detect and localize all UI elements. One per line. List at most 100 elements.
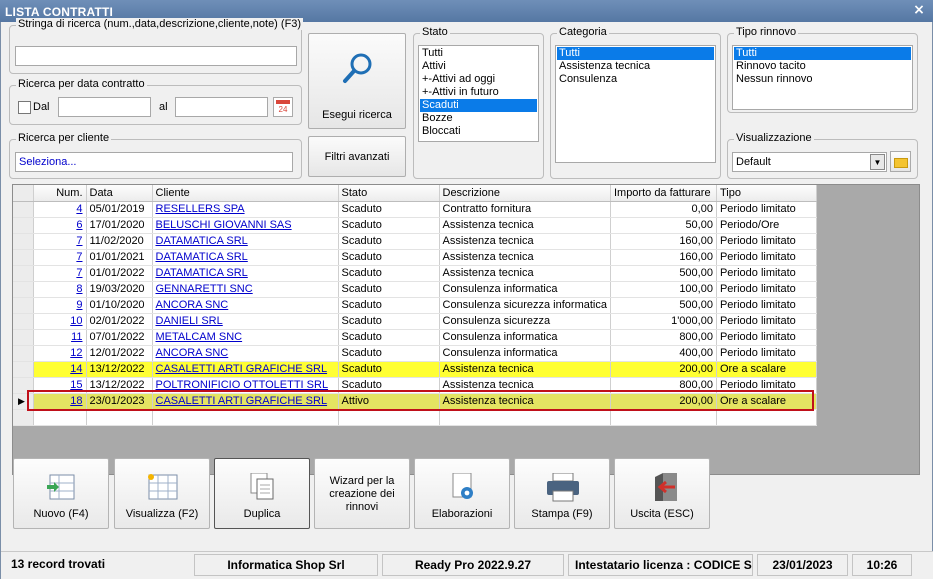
cell-importo[interactable]: 800,00 bbox=[610, 329, 717, 346]
stato-item[interactable]: Bozze bbox=[420, 112, 537, 125]
cell-cliente[interactable]: ANCORA SNC bbox=[152, 297, 339, 314]
cell-num[interactable]: 8 bbox=[33, 281, 87, 298]
folder-icon[interactable] bbox=[890, 151, 911, 172]
column-header-num[interactable]: Num. bbox=[33, 185, 87, 202]
cell-importo[interactable]: 50,00 bbox=[610, 217, 717, 234]
stato-item[interactable]: +-Attivi in futuro bbox=[420, 86, 537, 99]
table-row[interactable]: 11 07/01/2022 METALCAM SNC Scaduto Consulenz… bbox=[13, 329, 817, 346]
cell-cliente[interactable]: DATAMATICA SRL bbox=[152, 233, 339, 250]
table-row[interactable]: 6 17/01/2020 BELUSCHI GIOVANNI SAS Scaduto A… bbox=[13, 217, 817, 234]
cell-data[interactable]: 05/01/2019 bbox=[86, 201, 153, 218]
cell-descrizione[interactable]: Assistenza tecnica bbox=[439, 265, 611, 282]
cell-descrizione[interactable]: Assistenza tecnica bbox=[439, 393, 611, 410]
date-to-input[interactable] bbox=[175, 97, 268, 117]
cell-tipo[interactable]: Periodo limitato bbox=[716, 313, 817, 330]
stato-item[interactable]: Attivi bbox=[420, 60, 537, 73]
table-row[interactable]: 15 13/12/2022 POLTRONIFICIO OTTOLETTI SRL S… bbox=[13, 377, 817, 394]
cell-stato[interactable]: Scaduto bbox=[338, 281, 440, 298]
cell-num[interactable]: 11 bbox=[33, 329, 87, 346]
visualizzazione-select[interactable]: Default ▼ bbox=[732, 152, 887, 172]
date-from-input[interactable] bbox=[58, 97, 151, 117]
cell-num[interactable]: 7 bbox=[33, 249, 87, 266]
cell-num[interactable]: 7 bbox=[33, 233, 87, 250]
cell-data[interactable]: 02/01/2022 bbox=[86, 313, 153, 330]
cell-cliente[interactable]: GENNARETTI SNC bbox=[152, 281, 339, 298]
cell-importo[interactable]: 1'000,00 bbox=[610, 313, 717, 330]
cell-stato[interactable]: Scaduto bbox=[338, 233, 440, 250]
cell-descrizione[interactable]: Assistenza tecnica bbox=[439, 217, 611, 234]
client-select-input[interactable]: Seleziona... bbox=[15, 152, 293, 172]
stato-item[interactable]: Bloccati bbox=[420, 125, 537, 138]
cell-num[interactable]: 15 bbox=[33, 377, 87, 394]
stato-item[interactable]: +-Attivi ad oggi bbox=[420, 73, 537, 86]
cell-cliente[interactable]: METALCAM SNC bbox=[152, 329, 339, 346]
categoria-item[interactable]: Consulenza bbox=[557, 73, 714, 86]
cell-data[interactable]: 17/01/2020 bbox=[86, 217, 153, 234]
cell-tipo[interactable]: Periodo limitato bbox=[716, 345, 817, 362]
cell-cliente[interactable]: DATAMATICA SRL bbox=[152, 249, 339, 266]
table-row[interactable]: 12 12/01/2022 ANCORA SNC Scaduto Consulenza … bbox=[13, 345, 817, 362]
cell-num[interactable]: 12 bbox=[33, 345, 87, 362]
table-row[interactable]: 14 13/12/2022 CASALETTI ARTI GRAFICHE SRL S… bbox=[13, 361, 817, 378]
categoria-list[interactable]: Tutti Assistenza tecnica Consulenza bbox=[555, 45, 716, 163]
cell-num[interactable]: 10 bbox=[33, 313, 87, 330]
cell-stato[interactable]: Scaduto bbox=[338, 329, 440, 346]
table-row[interactable]: ▶ 18 23/01/2023 CASALETTI ARTI GRAFICHE SRL… bbox=[13, 393, 817, 410]
rinnovo-list[interactable]: Tutti Rinnovo tacito Nessun rinnovo bbox=[732, 45, 913, 110]
table-row[interactable]: 7 01/01/2021 DATAMATICA SRL Scaduto Assisten… bbox=[13, 249, 817, 266]
close-icon[interactable]: × bbox=[913, 2, 925, 18]
duplicate-button[interactable]: Duplica bbox=[214, 458, 310, 529]
table-row[interactable]: 7 11/02/2020 DATAMATICA SRL Scaduto Assisten… bbox=[13, 233, 817, 250]
categoria-item-selected[interactable]: Tutti bbox=[557, 47, 714, 60]
cell-importo[interactable]: 160,00 bbox=[610, 249, 717, 266]
cell-importo[interactable]: 160,00 bbox=[610, 233, 717, 250]
cell-cliente[interactable]: BELUSCHI GIOVANNI SAS bbox=[152, 217, 339, 234]
column-header-descrizione[interactable]: Descrizione bbox=[439, 185, 611, 202]
cell-tipo[interactable]: Periodo limitato bbox=[716, 297, 817, 314]
cell-data[interactable]: 23/01/2023 bbox=[86, 393, 153, 410]
rinnovo-item[interactable]: Rinnovo tacito bbox=[734, 60, 911, 73]
cell-num[interactable]: 6 bbox=[33, 217, 87, 234]
cell-num[interactable]: 14 bbox=[33, 361, 87, 378]
cell-tipo[interactable]: Periodo/Ore bbox=[716, 217, 817, 234]
new-button[interactable]: Nuovo (F4) bbox=[13, 458, 109, 529]
cell-stato[interactable]: Scaduto bbox=[338, 313, 440, 330]
cell-importo[interactable]: 800,00 bbox=[610, 377, 717, 394]
cell-importo[interactable]: 400,00 bbox=[610, 345, 717, 362]
cell-data[interactable]: 19/03/2020 bbox=[86, 281, 153, 298]
cell-cliente[interactable]: DATAMATICA SRL bbox=[152, 265, 339, 282]
cell-descrizione[interactable]: Contratto fornitura bbox=[439, 201, 611, 218]
search-input[interactable] bbox=[15, 46, 297, 66]
execute-search-button[interactable]: Esegui ricerca bbox=[308, 33, 406, 129]
cell-descrizione[interactable]: Consulenza sicurezza bbox=[439, 313, 611, 330]
cell-tipo[interactable]: Periodo limitato bbox=[716, 377, 817, 394]
advanced-filters-button[interactable]: Filtri avanzati bbox=[308, 136, 406, 177]
cell-stato[interactable]: Scaduto bbox=[338, 297, 440, 314]
cell-data[interactable]: 12/01/2022 bbox=[86, 345, 153, 362]
date-from-checkbox[interactable] bbox=[18, 101, 31, 114]
cell-cliente[interactable]: CASALETTI ARTI GRAFICHE SRL bbox=[152, 361, 339, 378]
cell-data[interactable]: 01/01/2022 bbox=[86, 265, 153, 282]
exit-button[interactable]: Uscita (ESC) bbox=[614, 458, 710, 529]
table-row[interactable]: 10 02/01/2022 DANIELI SRL Scaduto Consulenza… bbox=[13, 313, 817, 330]
cell-tipo[interactable]: Periodo limitato bbox=[716, 329, 817, 346]
cell-num[interactable]: 18 bbox=[33, 393, 87, 410]
cell-stato[interactable]: Scaduto bbox=[338, 361, 440, 378]
cell-importo[interactable]: 0,00 bbox=[610, 201, 717, 218]
cell-importo[interactable]: 500,00 bbox=[610, 297, 717, 314]
view-button[interactable]: Visualizza (F2) bbox=[114, 458, 210, 529]
rinnovo-item[interactable]: Nessun rinnovo bbox=[734, 73, 911, 86]
cell-descrizione[interactable]: Consulenza informatica bbox=[439, 345, 611, 362]
cell-importo[interactable]: 200,00 bbox=[610, 361, 717, 378]
cell-data[interactable]: 11/02/2020 bbox=[86, 233, 153, 250]
column-header-importo[interactable]: Importo da fatturare bbox=[610, 185, 717, 202]
cell-descrizione[interactable]: Consulenza informatica bbox=[439, 329, 611, 346]
table-row[interactable]: 4 05/01/2019 RESELLERS SPA Scaduto Contratto… bbox=[13, 201, 817, 218]
cell-tipo[interactable]: Ore a scalare bbox=[716, 393, 817, 410]
cell-data[interactable]: 01/01/2021 bbox=[86, 249, 153, 266]
renewal-wizard-button[interactable]: Wizard per la creazione dei rinnovi bbox=[314, 458, 410, 529]
cell-descrizione[interactable]: Assistenza tecnica bbox=[439, 233, 611, 250]
cell-stato[interactable]: Scaduto bbox=[338, 377, 440, 394]
rinnovo-item-selected[interactable]: Tutti bbox=[734, 47, 911, 60]
cell-descrizione[interactable]: Assistenza tecnica bbox=[439, 377, 611, 394]
